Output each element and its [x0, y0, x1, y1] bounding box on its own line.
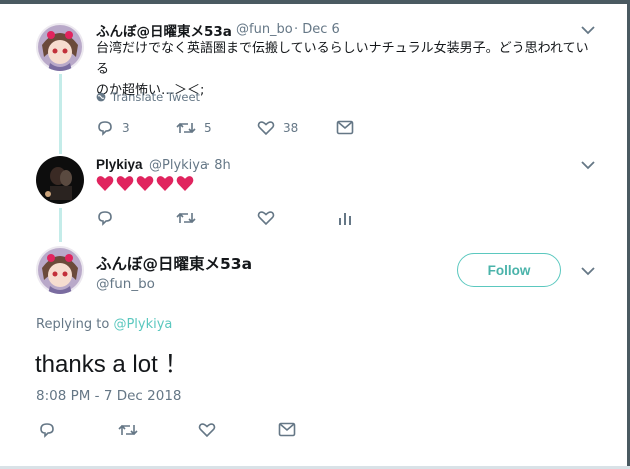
retweet-icon — [118, 424, 138, 436]
replying-prefix: Replying to — [36, 317, 114, 332]
reply-icon — [98, 211, 112, 226]
author-handle[interactable]: @Plykiya — [149, 158, 208, 173]
analytics-button[interactable] — [338, 210, 352, 226]
hearts-emoji — [96, 175, 194, 192]
dm-button[interactable] — [278, 422, 296, 437]
author-handle[interactable]: @fun_bo — [96, 276, 155, 292]
follow-button[interactable]: Follow — [457, 253, 561, 287]
retweet-count: 5 — [204, 121, 212, 135]
reply-button[interactable]: 3 — [96, 120, 130, 136]
dm-button[interactable] — [336, 120, 354, 135]
avatar[interactable] — [36, 156, 84, 204]
translate-tweet-link[interactable]: Translate Tweet — [96, 90, 200, 104]
like-icon — [257, 121, 275, 136]
replying-handle-link[interactable]: @Plykiya — [113, 317, 172, 332]
heart-emoji-icon — [156, 176, 174, 191]
author-name[interactable]: ふんぼ@日曜東メ53a — [96, 252, 252, 274]
reply-icon — [40, 423, 54, 438]
retweet-icon — [176, 122, 196, 134]
retweet-icon — [176, 212, 196, 224]
chevron-down-icon[interactable] — [581, 267, 595, 276]
reply-button[interactable] — [96, 210, 114, 226]
retweet-button[interactable] — [118, 422, 138, 438]
author-handle[interactable]: @fun_bo — [236, 22, 293, 37]
like-button[interactable] — [198, 422, 216, 438]
heart-emoji-icon — [96, 176, 114, 191]
reply-count: 3 — [122, 121, 130, 135]
heart-emoji-icon — [136, 176, 154, 191]
replying-to: Replying to @Plykiya — [36, 317, 172, 332]
analytics-icon — [339, 213, 351, 225]
avatar[interactable] — [36, 23, 84, 71]
heart-emoji-icon — [176, 176, 194, 191]
globe-icon — [96, 92, 106, 102]
tweet-timestamp[interactable]: 8:08 PM - 7 Dec 2018 — [36, 388, 182, 404]
thread-line — [59, 74, 62, 154]
like-button[interactable] — [257, 210, 275, 226]
reply-icon — [98, 121, 112, 136]
chevron-down-icon[interactable] — [581, 161, 595, 170]
chevron-down-icon[interactable] — [581, 26, 595, 35]
like-count: 38 — [283, 121, 299, 135]
tweet-time[interactable]: · Dec 6 — [294, 22, 340, 37]
dm-icon — [278, 422, 296, 437]
window-top-border — [0, 0, 630, 4]
retweet-button[interactable] — [176, 210, 196, 226]
dm-icon — [336, 120, 354, 135]
reply-button[interactable] — [38, 422, 56, 438]
like-icon — [198, 423, 216, 438]
avatar[interactable] — [36, 246, 84, 294]
author-name[interactable]: ふんぼ@日曜東メ53a — [96, 20, 232, 40]
retweet-button[interactable]: 5 — [176, 120, 212, 136]
like-button[interactable]: 38 — [257, 120, 298, 136]
thread-line — [59, 208, 62, 242]
like-icon — [257, 211, 275, 226]
tweet-text-line: 台湾だけでなく英語圏まで伝搬しているらしいナチュラル女装男子。どう思われている — [96, 41, 589, 77]
heart-emoji-icon — [116, 176, 134, 191]
main-tweet-text: thanks a lot ！ — [35, 351, 189, 378]
tweet-time[interactable]: · 8h — [206, 158, 231, 173]
translate-label: Translate Tweet — [111, 90, 201, 104]
author-name[interactable]: Plykiya — [96, 157, 143, 172]
